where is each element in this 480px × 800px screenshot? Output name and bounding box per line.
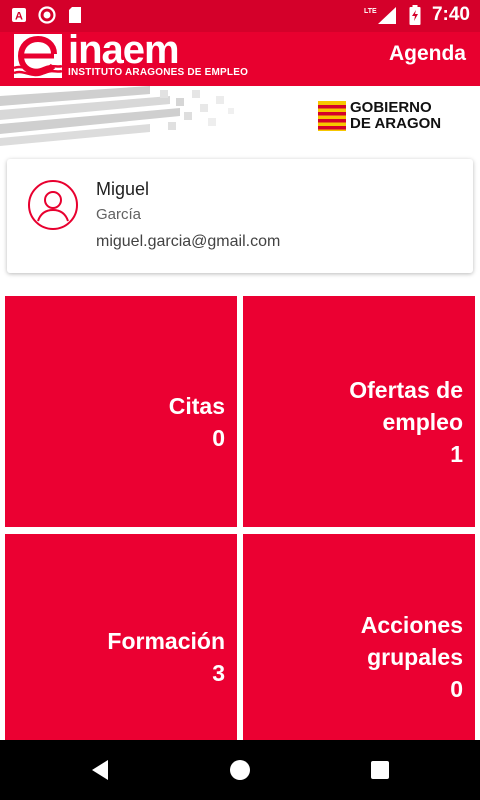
gobierno-aragon-logo: GOBIERNO DE ARAGON	[318, 100, 441, 132]
notification-icons: A	[10, 6, 84, 24]
tile-label: Ofertas de	[349, 376, 463, 403]
svg-text:LTE: LTE	[364, 8, 377, 15]
inaem-e-logo-icon	[13, 34, 63, 78]
aragon-flag-icon	[318, 101, 346, 131]
recents-icon[interactable]	[368, 758, 392, 782]
user-avatar-icon	[28, 180, 78, 230]
banner: GOBIERNO DE ARAGON	[0, 86, 480, 146]
tile-label: Formación	[107, 628, 225, 654]
tile-label-line2: grupales	[367, 644, 463, 670]
tile-label-line2: empleo	[382, 408, 463, 435]
government-name-line1: GOBIERNO	[350, 99, 432, 116]
decorative-pattern	[0, 86, 234, 146]
profile-email: miguel.garcia@gmail.com	[96, 233, 281, 250]
navigation-bar	[0, 740, 480, 800]
page-title: Agenda	[388, 42, 466, 65]
lte-signal-icon: LTE	[364, 6, 398, 24]
tile-formacion[interactable]: Formación 3	[5, 534, 237, 740]
tile-count: 0	[450, 676, 463, 702]
logo-subtitle: INSTITUTO ARAGONES DE EMPLEO	[68, 67, 249, 78]
tile-citas[interactable]: Citas 0	[5, 296, 237, 527]
tile-count: 3	[212, 660, 225, 686]
battery-charging-icon	[406, 5, 424, 25]
government-name-line2: DE ARAGON	[350, 115, 442, 132]
tile-label: Acciones	[360, 612, 463, 638]
profile-card[interactable]: Miguel García miguel.garcia@gmail.com	[7, 159, 473, 273]
record-icon	[38, 6, 56, 24]
app-bar: inaem INSTITUTO ARAGONES DE EMPLEO Agend…	[0, 28, 480, 86]
profile-last-name: García	[96, 206, 142, 223]
home-icon[interactable]	[228, 758, 252, 782]
profile-first-name: Miguel	[96, 179, 150, 199]
inaem-logo: inaem INSTITUTO ARAGONES DE EMPLEO	[13, 28, 249, 80]
tile-ofertas-empleo[interactable]: Ofertas de empleo 1	[243, 296, 475, 527]
text-a-icon: A	[10, 6, 28, 24]
clock: 7:40	[431, 4, 470, 25]
tile-count: 0	[212, 424, 225, 451]
logo-word: inaem	[68, 28, 180, 72]
system-icons: LTE 7:40	[364, 4, 470, 26]
tile-acciones-grupales[interactable]: Acciones grupales 0	[243, 534, 475, 740]
svg-text:A: A	[15, 11, 23, 23]
back-icon[interactable]	[88, 758, 112, 782]
tile-label: Citas	[168, 392, 225, 419]
tile-count: 1	[450, 440, 463, 467]
sd-card-icon	[66, 6, 84, 24]
